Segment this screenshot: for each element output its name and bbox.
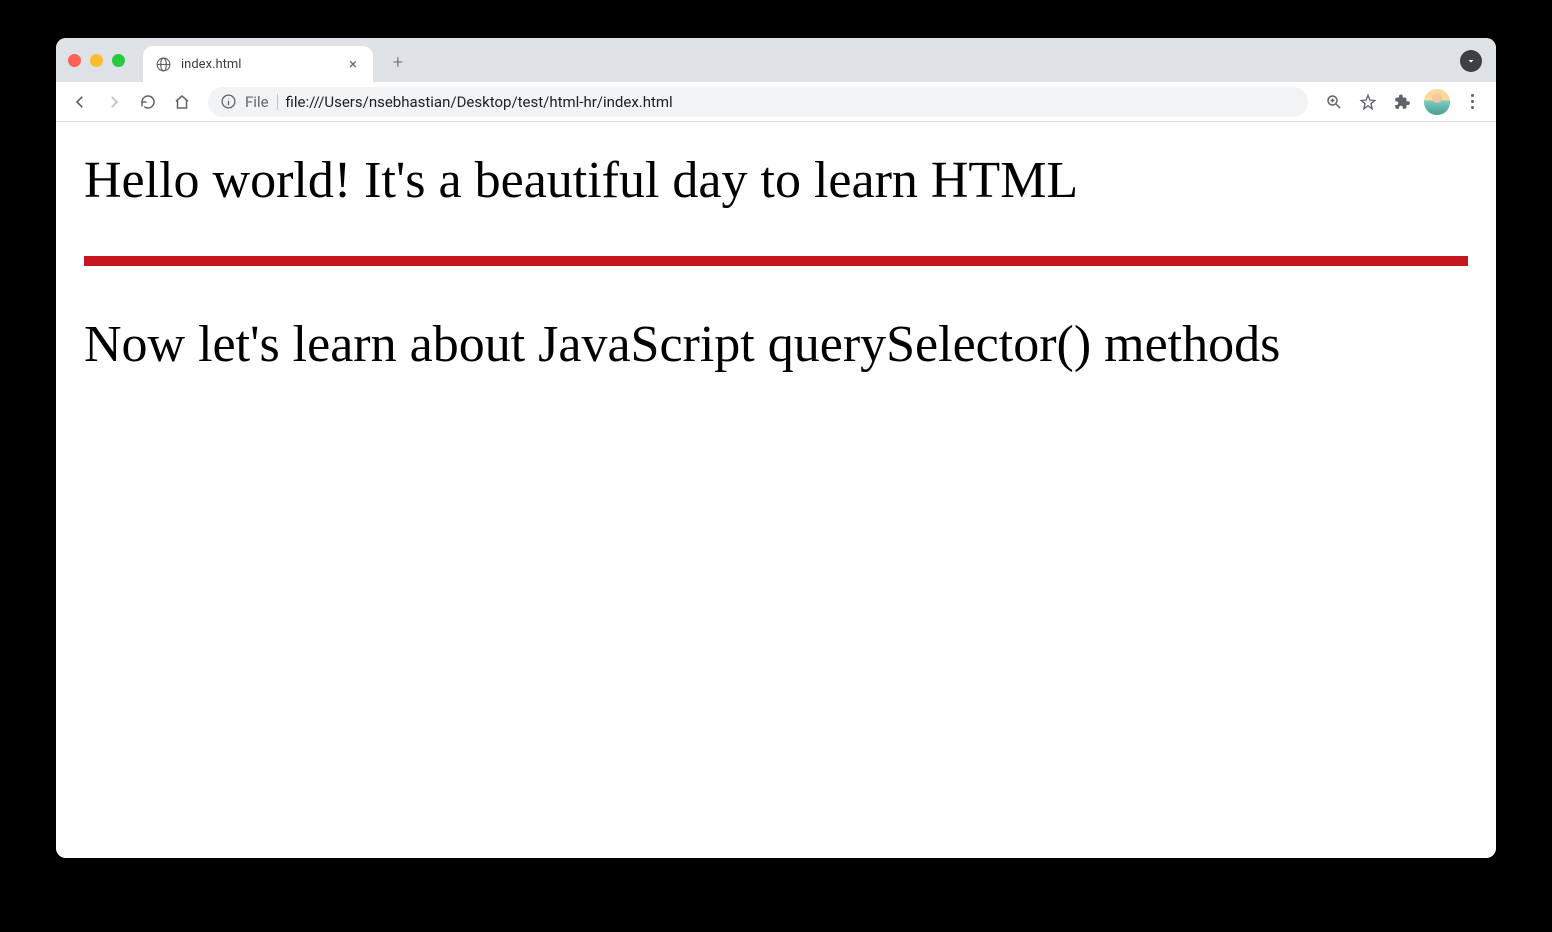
reload-button[interactable]: [132, 86, 164, 118]
info-icon[interactable]: [220, 93, 237, 110]
close-window-button[interactable]: [68, 54, 81, 67]
forward-button[interactable]: [98, 86, 130, 118]
address-bar[interactable]: File file:///Users/nsebhastian/Desktop/t…: [208, 87, 1308, 117]
bookmark-icon[interactable]: [1352, 86, 1384, 118]
toolbar: File file:///Users/nsebhastian/Desktop/t…: [56, 82, 1496, 122]
back-button[interactable]: [64, 86, 96, 118]
address-scheme: File: [245, 93, 269, 111]
heading-1: Hello world! It's a beautiful day to lea…: [84, 150, 1468, 212]
address-divider: [277, 94, 278, 110]
search-tabs-button[interactable]: [1460, 50, 1482, 72]
close-tab-button[interactable]: ×: [345, 56, 361, 72]
browser-window: index.html × +: [56, 38, 1496, 858]
home-button[interactable]: [166, 86, 198, 118]
profile-avatar[interactable]: [1424, 89, 1450, 115]
window-controls: [68, 54, 125, 67]
extensions-icon[interactable]: [1386, 86, 1418, 118]
menu-button[interactable]: [1456, 86, 1488, 118]
maximize-window-button[interactable]: [112, 54, 125, 67]
page-content: Hello world! It's a beautiful day to lea…: [56, 122, 1496, 858]
tab-title: index.html: [181, 57, 345, 72]
browser-tab[interactable]: index.html ×: [143, 46, 373, 82]
globe-icon: [155, 56, 172, 73]
minimize-window-button[interactable]: [90, 54, 103, 67]
heading-2: Now let's learn about JavaScript querySe…: [84, 314, 1468, 376]
tab-bar: index.html × +: [56, 38, 1496, 82]
address-url: file:///Users/nsebhastian/Desktop/test/h…: [286, 93, 1296, 111]
zoom-icon[interactable]: [1318, 86, 1350, 118]
horizontal-rule: [84, 256, 1468, 266]
new-tab-button[interactable]: +: [383, 47, 413, 77]
